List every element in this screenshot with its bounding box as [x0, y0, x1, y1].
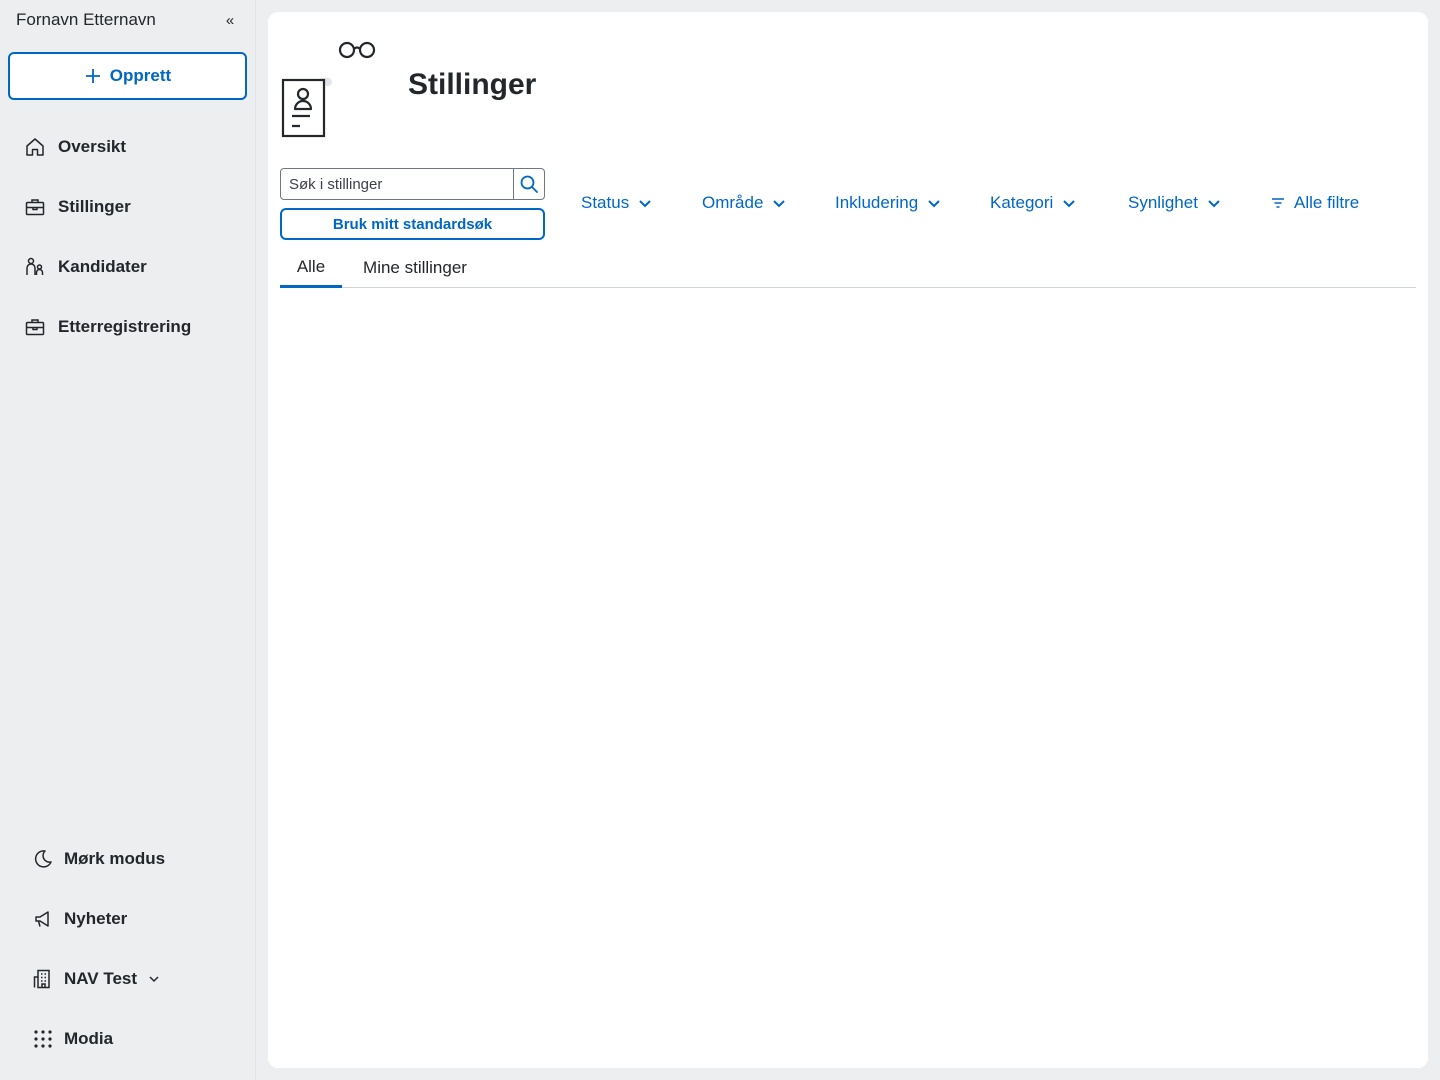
sidebar: Fornavn Etternavn « Opprett Oversikt Sti… [0, 0, 256, 1080]
tab-label: Mine stillinger [363, 258, 467, 277]
briefcase-icon [25, 319, 45, 336]
news-button[interactable]: Nyheter [32, 899, 232, 939]
modia-link[interactable]: Modia [32, 1019, 232, 1059]
chevron-down-icon [1063, 200, 1076, 208]
job-posting-illustration-icon [281, 41, 376, 138]
filter-label: Synlighet [1128, 193, 1198, 212]
news-label: Nyheter [64, 909, 128, 928]
search-field [280, 168, 545, 200]
filter-label: Kategori [990, 193, 1054, 212]
filter-icon [1272, 198, 1284, 208]
chevron-down-icon [639, 200, 651, 208]
plus-icon [85, 69, 100, 83]
all-filters-label: Alle filtre [1294, 193, 1360, 212]
all-filters-button[interactable]: Alle filtre [1270, 190, 1359, 216]
modia-label: Modia [64, 1029, 114, 1048]
double-chevron-left-icon: « [225, 11, 235, 29]
chevron-down-icon [149, 976, 159, 983]
user-row: Fornavn Etternavn « [16, 8, 240, 32]
filter-kategori[interactable]: Kategori [990, 190, 1077, 216]
sidebar-item-label: Kandidater [58, 257, 147, 276]
create-button[interactable]: Opprett [8, 52, 247, 100]
page-title: Stillinger [408, 68, 537, 101]
filter-inkludering[interactable]: Inkludering [835, 190, 942, 216]
briefcase-icon [25, 199, 45, 216]
user-name: Fornavn Etternavn [16, 10, 156, 29]
people-icon [26, 257, 44, 275]
sidebar-item-label: Stillinger [58, 197, 131, 216]
search-icon [520, 175, 538, 193]
sidebar-item-label: Oversikt [58, 137, 127, 156]
search-input[interactable] [281, 169, 513, 199]
grid-icon [34, 1030, 52, 1048]
tab-mine-stillinger[interactable]: Mine stillinger [354, 248, 476, 288]
sidebar-item-kandidater[interactable]: Kandidater [24, 247, 244, 287]
use-standard-search-button[interactable]: Bruk mitt standardsøk [280, 208, 545, 240]
buildings-icon [33, 969, 50, 989]
moon-icon [34, 850, 52, 868]
create-button-label: Opprett [109, 66, 172, 85]
sidebar-item-label: Etterregistrering [58, 317, 192, 336]
office-selector[interactable]: NAV Test [32, 959, 232, 999]
collapse-sidebar-button[interactable]: « [220, 10, 240, 30]
sidebar-item-oversikt[interactable]: Oversikt [24, 127, 244, 167]
sidebar-item-stillinger[interactable]: Stillinger [24, 187, 244, 227]
sidebar-item-etterregistrering[interactable]: Etterregistrering [24, 307, 244, 347]
search-button[interactable] [513, 169, 544, 199]
filter-omrade[interactable]: Område [702, 190, 787, 216]
tab-label: Alle [296, 256, 326, 276]
filter-synlighet[interactable]: Synlighet [1128, 190, 1222, 216]
tab-alle[interactable]: Alle [280, 248, 342, 288]
filter-label: Status [581, 193, 630, 212]
dark-mode-label: Mørk modus [64, 849, 166, 868]
filter-label: Inkludering [835, 193, 919, 212]
house-icon [26, 138, 44, 156]
chevron-down-icon [1208, 200, 1220, 208]
chevron-down-icon [773, 200, 786, 208]
tab-list: Alle Mine stillinger [280, 248, 1416, 288]
main-content: Stillinger Bruk mitt standardsøk Status … [268, 12, 1428, 1068]
megaphone-icon [35, 911, 49, 927]
office-label: NAV Test [64, 969, 138, 988]
chevron-down-icon [928, 200, 940, 208]
dark-mode-toggle[interactable]: Mørk modus [32, 839, 232, 879]
filter-status[interactable]: Status [581, 190, 653, 216]
filter-label: Område [702, 193, 764, 212]
